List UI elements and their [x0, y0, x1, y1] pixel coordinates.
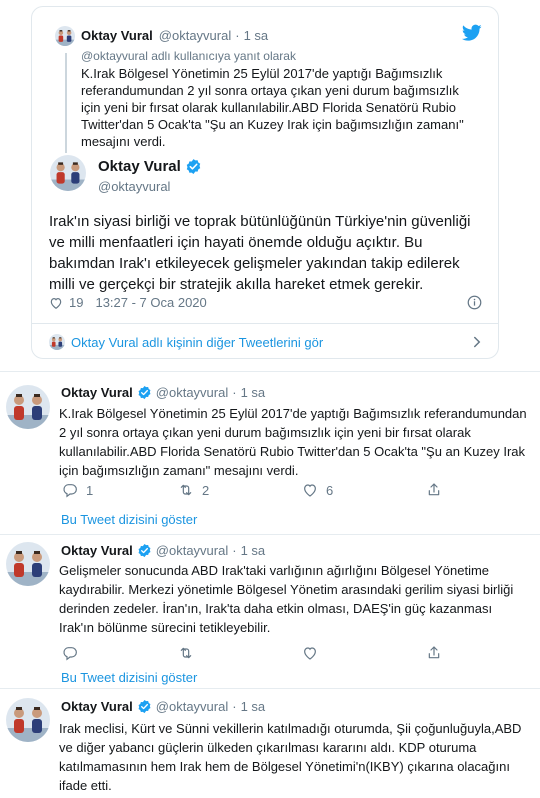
author-name[interactable]: Oktay Vural: [61, 385, 133, 400]
tweet-text: Gelişmeler sonucunda ABD Irak'taki varlı…: [59, 563, 514, 635]
tweet-time[interactable]: 1 sa: [241, 543, 266, 558]
tweet-text: K.Irak Bölgesel Yönetimin 25 Eylül 2017'…: [59, 406, 527, 478]
like-count: 19: [69, 295, 84, 310]
author-name[interactable]: Oktay Vural: [61, 543, 133, 558]
verified-badge-icon: [137, 385, 152, 400]
chevron-right-icon[interactable]: [472, 336, 482, 348]
author-handle[interactable]: @oktayvural: [159, 28, 231, 43]
retweet-button[interactable]: 2: [178, 482, 302, 498]
show-thread-link[interactable]: Bu Tweet dizisini göster: [61, 670, 197, 685]
separator-dot: ·: [235, 28, 240, 43]
avatar[interactable]: [6, 698, 50, 742]
author-handle[interactable]: @oktayvural: [98, 179, 170, 194]
separator-dot: ·: [232, 543, 237, 558]
reply-icon: [63, 647, 77, 661]
thread-connector-line: [65, 53, 67, 153]
avatar[interactable]: [6, 542, 50, 586]
like-button[interactable]: [302, 645, 426, 661]
embedded-tweet-card[interactable]: Oktay Vural @oktayvural · 1 sa @oktayvur…: [31, 6, 499, 359]
author-handle[interactable]: @oktayvural: [156, 385, 228, 400]
timeline-tweet[interactable]: Oktay Vural @oktayvural · 1 sa Gelişmele…: [0, 535, 540, 686]
heart-icon: [304, 484, 316, 497]
separator-dot: ·: [232, 385, 237, 400]
like-count: 6: [326, 482, 334, 498]
avatar: [49, 334, 65, 350]
tweet-header: Oktay Vural @oktayvural · 1 sa: [61, 543, 265, 558]
more-tweets-link[interactable]: Oktay Vural adlı kişinin diğer Tweetleri…: [49, 331, 482, 353]
heart-icon: [304, 647, 316, 660]
tweet-actions: [62, 645, 442, 661]
tweet-actions: 1 2 6: [62, 482, 442, 498]
tweet-meta-row: 19 13:27 - 7 Oca 2020: [49, 295, 207, 310]
reply-button[interactable]: [62, 645, 178, 661]
timeline-tweet[interactable]: Oktay Vural @oktayvural · 1 sa K.Irak Bö…: [0, 372, 540, 534]
info-icon[interactable]: [467, 295, 482, 310]
author-name[interactable]: Oktay Vural: [98, 158, 181, 175]
share-button[interactable]: [426, 482, 442, 498]
tweet-header: Oktay Vural @oktayvural · 1 sa: [61, 699, 265, 714]
tweet-time[interactable]: 1 sa: [241, 699, 266, 714]
quoted-author-row: Oktay Vural @oktayvural · 1 sa: [81, 28, 268, 43]
author-name[interactable]: Oktay Vural: [61, 699, 133, 714]
heart-icon[interactable]: [49, 296, 63, 310]
verified-badge-icon: [137, 543, 152, 558]
verified-badge-icon: [137, 699, 152, 714]
author-name[interactable]: Oktay Vural: [81, 28, 153, 43]
tweet-header: Oktay Vural @oktayvural · 1 sa: [61, 385, 265, 400]
reply-button[interactable]: 1: [62, 482, 178, 498]
retweet-button[interactable]: [178, 645, 302, 661]
twitter-bird-icon[interactable]: [462, 24, 482, 42]
tweet-time[interactable]: 1 sa: [244, 28, 269, 43]
tweet-timestamp[interactable]: 13:27 - 7 Oca 2020: [95, 295, 206, 310]
reply-context[interactable]: @oktayvural adlı kullanıcıya yanıt olara…: [81, 49, 296, 63]
retweet-icon: [180, 484, 192, 496]
author-handle[interactable]: @oktayvural: [156, 699, 228, 714]
reply-count: 1: [86, 482, 94, 498]
main-tweet-text: Irak'ın siyasi birliği ve toprak bütünlü…: [49, 213, 471, 293]
share-icon: [428, 646, 440, 659]
show-thread-link[interactable]: Bu Tweet dizisini göster: [61, 512, 197, 527]
timeline-tweet[interactable]: Oktay Vural @oktayvural · 1 sa Irak mecl…: [0, 689, 540, 798]
share-icon: [428, 483, 440, 496]
avatar[interactable]: [55, 26, 75, 46]
retweet-count: 2: [202, 482, 210, 498]
verified-badge-icon: [185, 158, 202, 175]
card-divider: [32, 323, 498, 324]
tweet-text: Irak meclisi, Kürt ve Sünni vekillerin k…: [59, 721, 522, 793]
more-tweets-label[interactable]: Oktay Vural adlı kişinin diğer Tweetleri…: [71, 335, 323, 350]
avatar[interactable]: [50, 155, 86, 191]
separator-dot: ·: [232, 699, 237, 714]
author-handle[interactable]: @oktayvural: [156, 543, 228, 558]
quoted-tweet-text: K.Irak Bölgesel Yönetimin 25 Eylül 2017'…: [81, 66, 464, 149]
tweet-time[interactable]: 1 sa: [241, 385, 266, 400]
share-button[interactable]: [426, 645, 442, 661]
reply-icon: [63, 484, 77, 498]
avatar[interactable]: [6, 385, 50, 429]
author-name-row: Oktay Vural: [98, 158, 206, 175]
retweet-icon: [180, 647, 192, 659]
like-button[interactable]: 6: [302, 482, 426, 498]
